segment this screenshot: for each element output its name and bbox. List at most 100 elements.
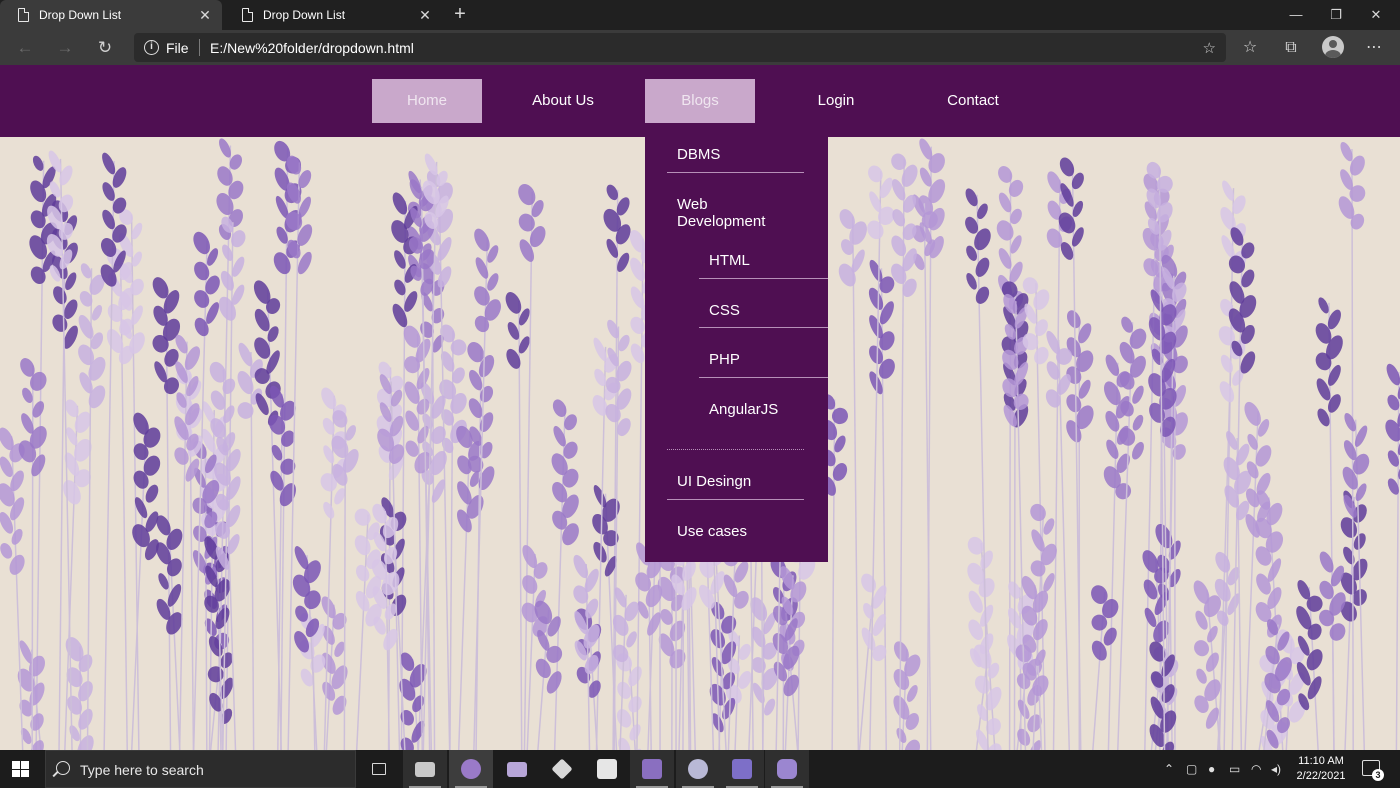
profile-avatar-icon[interactable]	[1322, 36, 1344, 58]
close-icon[interactable]: ✕	[196, 7, 214, 24]
taskbar-search-box[interactable]: Type here to search	[45, 750, 356, 788]
back-arrow-icon[interactable]: ←	[12, 35, 38, 61]
volume-icon[interactable]: ◂)	[1271, 762, 1281, 776]
address-separator	[199, 39, 200, 56]
lavender-petal	[20, 728, 32, 745]
add-favorite-icon[interactable]: ☆	[1203, 39, 1216, 57]
dropdown-item-dbms[interactable]: DBMS	[667, 146, 804, 163]
forward-arrow-icon[interactable]: →	[52, 35, 78, 61]
lavender-petal	[868, 165, 883, 183]
submenu-item-php[interactable]: PHP	[699, 351, 740, 368]
lavender-stem	[86, 268, 93, 750]
submenu-item-html[interactable]: HTML	[699, 252, 750, 269]
page-icon	[18, 8, 29, 22]
dropdown-item-web-development[interactable]: Web Development	[667, 196, 787, 230]
submenu-item-angularjs[interactable]: AngularJS	[699, 401, 778, 418]
address-url[interactable]: E:/New%20folder/dropdown.html	[210, 40, 414, 56]
window-close-icon[interactable]: ✕	[1356, 4, 1396, 26]
dropdown-divider	[667, 172, 804, 173]
device-icon[interactable]: ▢	[1186, 762, 1197, 776]
favorites-icon[interactable]: ☆	[1237, 35, 1263, 61]
collections-icon[interactable]: ⧉	[1278, 35, 1304, 61]
tab-title: Drop Down List	[263, 8, 346, 22]
nav-item-contact[interactable]: Contact	[918, 79, 1028, 123]
refresh-icon[interactable]: ↻	[92, 35, 118, 61]
lavender-stem	[518, 300, 523, 750]
dropdown-item-use-cases[interactable]: Use cases	[667, 523, 804, 540]
lavender-petal	[998, 166, 1013, 183]
nav-item-home[interactable]: Home	[372, 79, 482, 123]
lavender-petal	[896, 727, 907, 744]
lavender-petal	[1132, 414, 1144, 431]
lavender-petal	[1105, 354, 1120, 376]
lavender-petal	[1059, 157, 1075, 177]
vscode-icon[interactable]	[720, 750, 764, 788]
nav-item-about-us[interactable]: About Us	[508, 79, 618, 123]
page-icon	[242, 8, 253, 22]
edge-browser-icon[interactable]	[449, 750, 493, 788]
dropdown-divider	[667, 449, 804, 450]
submenu-divider	[699, 327, 828, 328]
blogs-dropdown-menu: DBMS Web Development HTML CSS PHP Angula…	[645, 137, 828, 562]
clock-date[interactable]: 2/22/2021	[1290, 770, 1352, 782]
windows-start-icon[interactable]	[12, 761, 29, 777]
info-icon[interactable]: i	[144, 40, 159, 55]
new-tab-plus-icon[interactable]: +	[450, 4, 470, 24]
nav-item-login[interactable]: Login	[781, 79, 891, 123]
battery-icon[interactable]: ▭	[1229, 762, 1240, 776]
lavender-petal	[474, 228, 490, 252]
chrome-icon[interactable]	[676, 750, 720, 788]
wifi-icon[interactable]: ◠	[1251, 762, 1261, 776]
tab-drop-down-list-active[interactable]: Drop Down List ✕	[0, 0, 222, 30]
amazon-icon[interactable]	[585, 750, 629, 788]
notification-count-badge: 3	[1372, 769, 1384, 781]
clock-time[interactable]: 11:10 AM	[1290, 755, 1352, 767]
word-icon[interactable]	[630, 750, 674, 788]
file-explorer-icon[interactable]	[403, 750, 447, 788]
mail-icon[interactable]	[495, 750, 539, 788]
submenu-item-css[interactable]: CSS	[699, 302, 740, 319]
dropdown-item-ui-design[interactable]: UI Desingn	[667, 473, 804, 490]
windows-taskbar: Type here to search ⌃ ▢ ● ▭ ◠ ◂) 11:10 A…	[0, 750, 1400, 788]
lavender-petal	[0, 543, 13, 559]
zoom-icon[interactable]	[765, 750, 809, 788]
lavender-petal	[354, 508, 371, 526]
lavender-petal	[593, 337, 607, 362]
lavender-stem	[1052, 179, 1061, 750]
close-icon[interactable]: ✕	[416, 7, 434, 24]
dropbox-icon[interactable]	[540, 750, 584, 788]
minimize-icon[interactable]: —	[1276, 4, 1316, 26]
search-icon	[56, 761, 70, 775]
lavender-petal	[1386, 363, 1400, 386]
lavender-petal	[102, 152, 116, 175]
tab-title: Drop Down List	[39, 8, 122, 22]
lavender-petal	[573, 554, 589, 579]
tab-strip: Drop Down List ✕ Drop Down List ✕ + — ❐ …	[0, 0, 1400, 30]
tab-drop-down-list[interactable]: Drop Down List ✕	[224, 0, 442, 30]
lavender-stem	[31, 364, 34, 750]
lavender-petal	[861, 573, 877, 593]
microphone-icon[interactable]: ●	[1208, 762, 1215, 776]
lavender-petal	[552, 399, 567, 417]
lavender-petal	[1215, 551, 1231, 573]
dropdown-divider	[667, 499, 804, 500]
lavender-petal	[392, 192, 408, 215]
lavender-petal	[1343, 546, 1355, 565]
search-placeholder: Type here to search	[80, 762, 204, 778]
lavender-petal	[1030, 503, 1046, 522]
address-bar[interactable]: i File E:/New%20folder/dropdown.html ☆	[134, 33, 1226, 62]
lavender-petal	[1043, 573, 1055, 592]
browser-toolbar: ← → ↻ i File E:/New%20folder/dropdown.ht…	[0, 30, 1400, 65]
submenu-divider	[699, 377, 828, 378]
chevron-up-icon[interactable]: ⌃	[1164, 762, 1174, 776]
lavender-stem	[851, 216, 860, 750]
page-viewport: Home About Us Blogs Login Contact DBMS W…	[0, 65, 1400, 750]
more-menu-icon[interactable]: ⋯	[1361, 35, 1387, 61]
address-scheme-label: File	[166, 40, 189, 56]
task-view-icon[interactable]	[357, 750, 401, 788]
restore-icon[interactable]: ❐	[1316, 4, 1356, 26]
lavender-petal	[323, 501, 335, 519]
lavender-petal	[505, 292, 522, 314]
submenu-divider	[699, 278, 828, 279]
nav-item-blogs[interactable]: Blogs	[645, 79, 755, 123]
